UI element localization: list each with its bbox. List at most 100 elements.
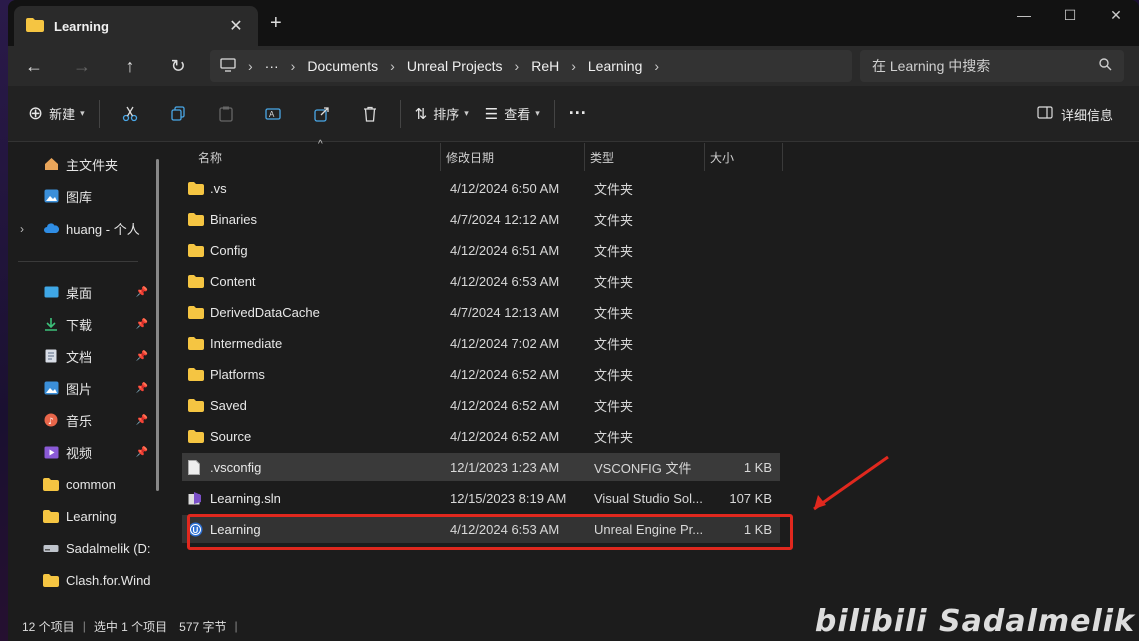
sidebar-item-learning[interactable]: Learning <box>42 502 117 530</box>
breadcrumb-unreal-projects[interactable]: Unreal Projects <box>407 58 503 74</box>
column-header-type[interactable]: 类型 <box>590 143 614 171</box>
home-icon <box>42 156 60 172</box>
pin-icon[interactable]: 📌 <box>136 287 148 298</box>
chevron-right-icon: › <box>390 58 395 74</box>
column-header-date[interactable]: 修改日期 <box>446 143 494 171</box>
svg-text:A: A <box>269 110 275 119</box>
new-tab-button[interactable]: + <box>270 12 282 35</box>
file-date: 12/15/2023 8:19 AM <box>450 490 567 506</box>
search-input[interactable]: 在 Learning 中搜索 <box>860 50 1124 82</box>
refresh-icon[interactable]: ↻ <box>154 48 202 84</box>
annotation-highlight-box <box>187 514 793 550</box>
sidebar-item-gallery[interactable]: 图库 <box>42 182 92 210</box>
file-row[interactable]: Content 4/12/2024 6:53 AM 文件夹 <box>182 267 780 295</box>
pin-icon[interactable]: 📌 <box>136 447 148 458</box>
file-row[interactable]: Saved 4/12/2024 6:52 AM 文件夹 <box>182 391 780 419</box>
sidebar-item-downloads[interactable]: 下载 📌 <box>42 310 166 338</box>
more-options-icon[interactable]: ··· <box>561 96 595 132</box>
rename-icon[interactable]: A <box>250 96 298 132</box>
minimize-button[interactable]: — <box>1001 0 1047 30</box>
paste-icon[interactable] <box>202 96 250 132</box>
sidebar-item-videos[interactable]: 视频 📌 <box>42 438 166 466</box>
sidebar-item-desktop[interactable]: 桌面 📌 <box>42 278 166 306</box>
folder-icon <box>188 274 204 288</box>
file-date: 4/7/2024 12:13 AM <box>450 304 560 320</box>
drive-icon <box>42 540 60 556</box>
sidebar-item-clash[interactable]: Clash.for.Wind <box>42 566 151 594</box>
file-name: Config <box>210 242 248 258</box>
sidebar-item-drive-d[interactable]: Sadalmelik (D: <box>42 534 151 562</box>
back-arrow-icon[interactable]: ← <box>10 48 58 84</box>
videos-icon <box>42 444 60 460</box>
column-header-size[interactable]: 大小 <box>710 143 734 171</box>
file-name: .vsconfig <box>210 459 262 475</box>
file-name: Saved <box>210 397 247 413</box>
file-row[interactable]: Intermediate 4/12/2024 7:02 AM 文件夹 <box>182 329 780 357</box>
folder-icon <box>188 429 204 443</box>
breadcrumb-reh[interactable]: ReH <box>531 58 559 74</box>
command-bar: ⊕ 新建 ▾ A ⇅ 排序 ▾ ☰ 查看 ▾ ··· 详细信息 <box>8 86 1139 142</box>
file-name: Source <box>210 428 252 444</box>
file-row[interactable]: Learning.sln 12/15/2023 8:19 AM Visual Stu… <box>182 484 780 512</box>
file-row[interactable]: .vs 4/12/2024 6:50 AM 文件夹 <box>182 174 780 202</box>
sort-button[interactable]: ⇅ 排序 ▾ <box>407 96 477 132</box>
pin-icon[interactable]: 📌 <box>136 415 148 426</box>
forward-arrow-icon[interactable]: → <box>58 48 106 84</box>
details-button[interactable]: 详细信息 <box>1037 96 1113 132</box>
breadcrumb-overflow[interactable]: ··· <box>265 58 279 74</box>
file-size: 107 KB <box>729 490 772 506</box>
new-button[interactable]: ⊕ 新建 ▾ <box>20 96 93 132</box>
pin-icon[interactable]: 📌 <box>136 383 148 394</box>
breadcrumb-documents[interactable]: Documents <box>307 58 378 74</box>
column-header-name[interactable]: 名称 <box>198 143 222 171</box>
details-label: 详细信息 <box>1060 107 1113 123</box>
sidebar-scrollbar[interactable] <box>156 159 159 491</box>
sidebar-item-label: common <box>66 476 116 492</box>
navigation-bar: ← → ↑ ↻ › ··· › Documents › Unreal Proje… <box>8 46 1139 86</box>
sidebar-item-label: 文档 <box>66 349 93 365</box>
sidebar-item-label: 主文件夹 <box>66 157 119 173</box>
file-type: 文件夹 <box>594 243 634 259</box>
sidebar-item-pictures[interactable]: 图片 📌 <box>42 374 166 402</box>
file-row[interactable]: Binaries 4/7/2024 12:12 AM 文件夹 <box>182 205 780 233</box>
pin-icon[interactable]: 📌 <box>136 319 148 330</box>
view-button[interactable]: ☰ 查看 ▾ <box>477 96 548 132</box>
sidebar-item-onedrive[interactable]: huang - 个人 <box>42 214 140 242</box>
chevron-right-icon: › <box>514 58 520 74</box>
address-bar[interactable]: › ··· › Documents › Unreal Projects › Re… <box>210 50 852 82</box>
view-icon: ☰ <box>484 105 499 123</box>
folder-icon <box>188 367 204 381</box>
file-name: .vs <box>210 180 227 196</box>
sidebar-item-documents[interactable]: 文档 📌 <box>42 342 166 370</box>
file-row[interactable]: .vsconfig 12/1/2023 1:23 AM VSCONFIG 文件 1 K… <box>182 453 780 481</box>
chevron-right-icon: › <box>248 58 253 74</box>
folder-icon <box>188 181 204 195</box>
file-row[interactable]: DerivedDataCache 4/7/2024 12:13 AM 文件夹 <box>182 298 780 326</box>
sidebar-item-music[interactable]: ♪ 音乐 📌 <box>42 406 166 434</box>
share-icon[interactable] <box>298 96 346 132</box>
desktop-icon <box>42 284 60 300</box>
sidebar-item-home[interactable]: 主文件夹 <box>42 150 118 178</box>
pin-icon[interactable]: 📌 <box>136 351 148 362</box>
watermark: bilibili Sadalmelik <box>814 604 1135 639</box>
copy-icon[interactable] <box>154 96 202 132</box>
close-window-button[interactable]: ✕ <box>1093 0 1139 30</box>
chevron-right-icon: › <box>654 58 660 74</box>
delete-icon[interactable] <box>346 96 394 132</box>
chevron-right-icon: › <box>290 58 296 74</box>
cut-icon[interactable] <box>106 96 154 132</box>
file-row[interactable]: Config 4/12/2024 6:51 AM 文件夹 <box>182 236 780 264</box>
sidebar-item-label: 桌面 <box>66 285 93 301</box>
file-row[interactable]: Platforms 4/12/2024 6:52 AM 文件夹 <box>182 360 780 388</box>
file-type: 文件夹 <box>594 274 634 290</box>
up-arrow-icon[interactable]: ↑ <box>106 48 154 84</box>
breadcrumb-learning[interactable]: Learning <box>588 58 643 74</box>
close-tab-icon[interactable]: ✕ <box>226 16 246 36</box>
file-row[interactable]: Source 4/12/2024 6:52 AM 文件夹 <box>182 422 780 450</box>
sidebar-item-common[interactable]: common <box>42 470 116 498</box>
file-type: 文件夹 <box>594 336 634 352</box>
chevron-right-icon[interactable]: › <box>20 222 24 236</box>
file-list: ^ 名称 修改日期 类型 大小 .vs 4/12/2024 6:50 AM 文件夹 B… <box>178 139 1139 611</box>
tab-learning[interactable]: Learning ✕ <box>14 6 258 46</box>
maximize-button[interactable]: ☐ <box>1047 0 1093 30</box>
